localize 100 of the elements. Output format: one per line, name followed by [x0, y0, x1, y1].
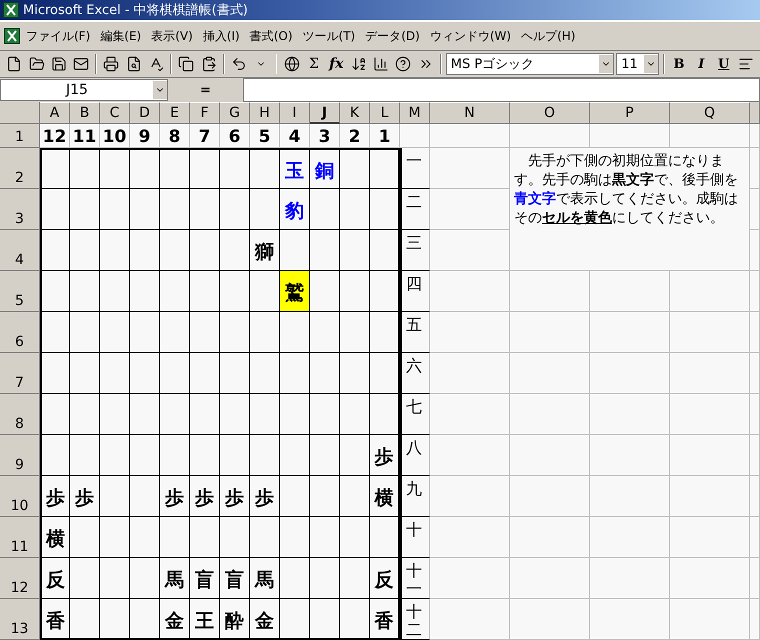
row-header[interactable]: 4 — [0, 230, 40, 271]
column-header[interactable]: C — [100, 102, 130, 124]
empty-cell[interactable] — [430, 353, 510, 394]
row-header[interactable]: 2 — [0, 148, 40, 189]
empty-cell[interactable] — [750, 230, 760, 271]
row-header[interactable]: 1 — [0, 124, 40, 148]
column-header[interactable]: Q — [670, 102, 750, 124]
empty-cell[interactable] — [670, 476, 750, 517]
menu-item[interactable]: ファイル(F) — [22, 26, 94, 46]
empty-cell[interactable] — [510, 517, 590, 558]
autosum-button[interactable]: Σ — [304, 53, 324, 75]
formula-input[interactable] — [243, 78, 760, 102]
empty-cell[interactable] — [430, 476, 510, 517]
empty-cell[interactable] — [510, 476, 590, 517]
empty-cell[interactable] — [590, 312, 670, 353]
empty-cell[interactable] — [750, 189, 760, 230]
menu-item[interactable]: 表示(V) — [147, 26, 197, 46]
row-header[interactable]: 11 — [0, 517, 40, 558]
empty-cell[interactable] — [430, 394, 510, 435]
empty-cell[interactable] — [430, 558, 510, 599]
copy-icon[interactable] — [178, 56, 194, 72]
empty-cell[interactable] — [510, 124, 590, 148]
sort-ascending-icon[interactable] — [350, 56, 367, 72]
menu-item[interactable]: 書式(O) — [246, 26, 297, 46]
empty-cell[interactable] — [590, 517, 670, 558]
empty-cell[interactable] — [430, 230, 510, 271]
empty-cell[interactable] — [590, 558, 670, 599]
printer-icon[interactable] — [103, 56, 120, 72]
empty-cell[interactable] — [750, 312, 760, 353]
empty-cell[interactable] — [510, 394, 590, 435]
empty-cell[interactable] — [670, 124, 750, 148]
empty-cell[interactable] — [590, 353, 670, 394]
paste-icon[interactable] — [200, 56, 217, 72]
empty-cell[interactable] — [750, 558, 760, 599]
menu-item[interactable]: 編集(E) — [96, 26, 146, 46]
new-file-icon[interactable] — [6, 56, 22, 72]
column-header[interactable]: H — [250, 102, 280, 124]
insert-function-button[interactable]: fx — [326, 53, 346, 75]
empty-cell[interactable] — [750, 353, 760, 394]
row-header[interactable]: 12 — [0, 558, 40, 599]
bar-chart-icon[interactable] — [373, 56, 390, 72]
empty-cell[interactable] — [750, 476, 760, 517]
row-header[interactable]: 5 — [0, 271, 40, 312]
column-header[interactable]: I — [280, 102, 310, 124]
empty-cell[interactable] — [510, 558, 590, 599]
empty-cell[interactable] — [670, 353, 750, 394]
menu-item[interactable]: 挿入(I) — [198, 26, 244, 46]
empty-cell[interactable] — [430, 312, 510, 353]
column-header[interactable]: J — [310, 102, 340, 124]
empty-cell[interactable] — [590, 271, 670, 312]
empty-cell[interactable] — [750, 148, 760, 189]
undo-icon[interactable] — [231, 56, 248, 72]
empty-cell[interactable] — [430, 517, 510, 558]
empty-cell[interactable] — [750, 517, 760, 558]
empty-cell[interactable] — [400, 124, 430, 148]
open-folder-icon[interactable] — [28, 56, 45, 72]
column-header[interactable]: N — [430, 102, 510, 124]
name-box[interactable]: J15 — [0, 79, 168, 101]
column-header[interactable] — [750, 102, 760, 124]
column-header[interactable]: K — [340, 102, 370, 124]
highlighted-board-square[interactable]: 鷲 — [280, 271, 310, 312]
font-name-dropdown[interactable]: MS Pゴシック — [446, 53, 614, 75]
row-header[interactable]: 13 — [0, 599, 40, 640]
empty-cell[interactable] — [670, 558, 750, 599]
row-header[interactable]: 9 — [0, 435, 40, 476]
column-header[interactable]: O — [510, 102, 590, 124]
row-header[interactable]: 6 — [0, 312, 40, 353]
empty-cell[interactable] — [590, 599, 670, 640]
column-header[interactable]: A — [40, 102, 70, 124]
globe-icon[interactable] — [284, 56, 300, 72]
select-all-corner[interactable] — [0, 102, 40, 124]
merged-cell[interactable]: 先手が下側の初期位置になります。先手の駒は黒文字で、後手側を 青文字で表示してください。成駒はそのセルを黄色にしてください。 — [510, 148, 750, 271]
empty-cell[interactable] — [670, 271, 750, 312]
column-header[interactable]: D — [130, 102, 160, 124]
underline-button[interactable]: U — [713, 53, 734, 75]
row-header[interactable]: 7 — [0, 353, 40, 394]
empty-cell[interactable] — [510, 435, 590, 476]
empty-cell[interactable] — [510, 599, 590, 640]
empty-cell[interactable] — [430, 435, 510, 476]
empty-cell[interactable] — [750, 394, 760, 435]
empty-cell[interactable] — [430, 148, 510, 189]
row-header[interactable]: 10 — [0, 476, 40, 517]
mail-icon[interactable] — [73, 56, 90, 72]
column-header[interactable]: M — [400, 102, 430, 124]
equals-button[interactable]: = — [168, 82, 243, 98]
menu-item[interactable]: データ(D) — [361, 26, 424, 46]
font-size-dropdown[interactable]: 11 — [616, 53, 659, 75]
empty-cell[interactable] — [750, 435, 760, 476]
empty-cell[interactable] — [590, 435, 670, 476]
empty-cell[interactable] — [750, 599, 760, 640]
empty-cell[interactable] — [590, 476, 670, 517]
empty-cell[interactable] — [430, 599, 510, 640]
empty-cell[interactable] — [670, 312, 750, 353]
empty-cell[interactable] — [430, 124, 510, 148]
menu-item[interactable]: ツール(T) — [298, 26, 360, 46]
empty-cell[interactable] — [510, 271, 590, 312]
menu-item[interactable]: ヘルプ(H) — [517, 26, 580, 46]
row-header[interactable]: 3 — [0, 189, 40, 230]
empty-cell[interactable] — [510, 353, 590, 394]
column-header[interactable]: F — [190, 102, 220, 124]
